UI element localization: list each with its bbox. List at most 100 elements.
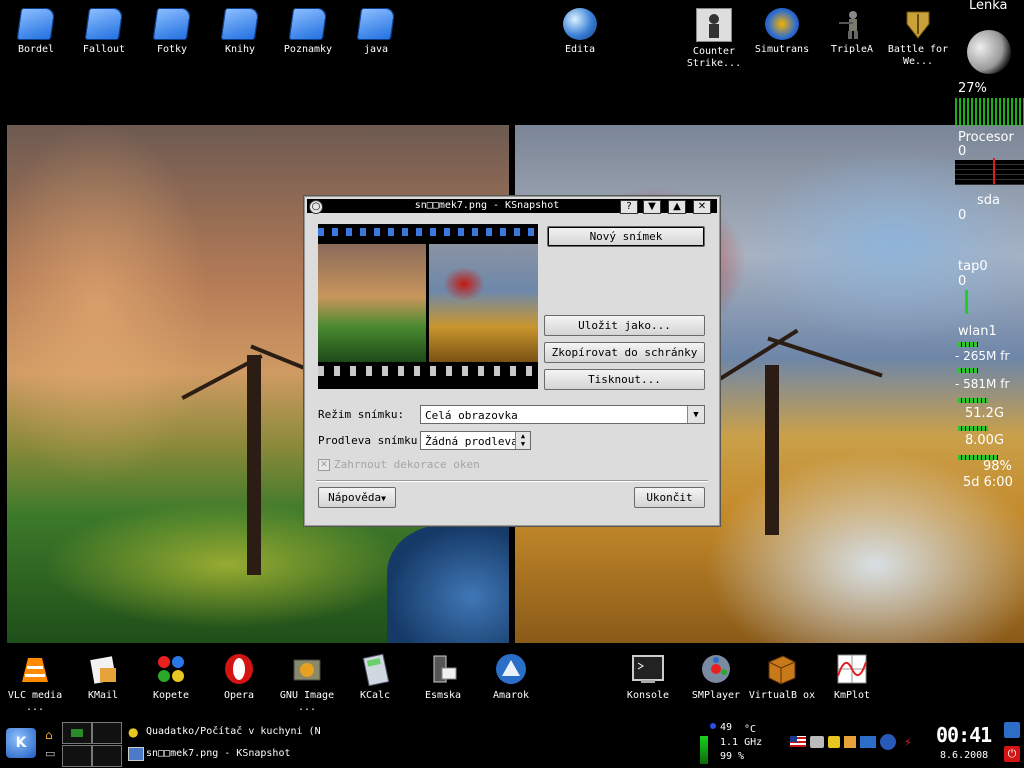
processor-marker — [993, 158, 995, 184]
dock-icon-kmail[interactable]: KMail — [68, 652, 138, 702]
desktop-icon-bordel[interactable]: Bordel — [1, 8, 71, 56]
dock-icon-konsole[interactable]: Konsole — [613, 652, 683, 702]
task-button-quadatko[interactable]: ● Quadatko/Počítač v kuchyni (N — [126, 724, 326, 742]
kcalc-icon — [358, 652, 392, 687]
dock-icon-esmska[interactable]: Esmska — [408, 652, 478, 702]
tray-icon-klipper[interactable] — [844, 736, 856, 748]
desktop-icon-simutrans[interactable]: Simutrans — [747, 8, 817, 56]
home-icon[interactable]: ⌂ — [45, 728, 59, 742]
new-snapshot-button[interactable]: Nový snímek — [547, 226, 705, 247]
desktop-icon[interactable]: ▭ — [45, 747, 59, 760]
desktop-icon-fallout[interactable]: Fallout — [69, 8, 139, 56]
window-menu-button[interactable]: ○ — [309, 200, 323, 214]
lock-icon[interactable] — [1004, 722, 1020, 738]
temp-indicator-icon — [710, 723, 716, 729]
desktop-icon-label: Bordel — [17, 44, 55, 55]
desktop-icon-poznamky[interactable]: Poznamky — [273, 8, 343, 56]
folder-icon — [220, 8, 260, 40]
tree-branch — [767, 336, 883, 378]
dock-icon-amarok[interactable]: Amarok — [476, 652, 546, 702]
desktop-icon-fotky[interactable]: Fotky — [137, 8, 207, 56]
desktop-icon-label: Edita — [564, 44, 596, 55]
help-button-label: Nápověda — [328, 491, 382, 504]
dock-icon-opera[interactable]: Opera — [204, 652, 274, 702]
close-button[interactable]: ✕ — [693, 200, 711, 214]
mode-select[interactable]: Celá obrazovka ▼ — [420, 405, 705, 424]
vlc-icon — [18, 652, 52, 686]
folder-icon — [84, 8, 124, 40]
ksnapshot-window: ○ sn□□mek7.png - KSnapshot ? ▼ ▲ ✕ Nový … — [303, 195, 721, 527]
tray-icon-network[interactable] — [860, 736, 876, 748]
tray-icon-update[interactable] — [880, 734, 896, 750]
flag-us-icon[interactable] — [790, 736, 806, 747]
delay-spinbox[interactable]: Žádná prodleva ▲ ▼ — [420, 431, 531, 450]
kde-menu-button[interactable]: K — [6, 728, 36, 758]
maximize-button[interactable]: ▲ — [668, 200, 686, 214]
tray-icon-printer[interactable] — [810, 736, 824, 748]
snapshot-preview[interactable] — [318, 224, 538, 389]
preview-left — [318, 244, 426, 362]
desktop-icon-counter-strike[interactable]: Counter Strike... — [679, 8, 749, 70]
pager-desktop-4[interactable] — [92, 745, 122, 767]
task-button-ksnapshot[interactable]: sn□□mek7.png - KSnapshot — [126, 746, 326, 764]
dock-icon-label: Kopete — [152, 690, 190, 701]
tray-icon-kgpg[interactable] — [828, 736, 840, 748]
spin-arrows-icon: ▲ ▼ — [515, 432, 530, 449]
tray-icon-power[interactable]: ⚡ — [904, 736, 924, 749]
preview-right — [429, 244, 538, 362]
pager-desktop-1[interactable] — [62, 722, 92, 744]
pager-desktop-3[interactable] — [62, 745, 92, 767]
desktop-icon-label: Counter Strike... — [686, 46, 742, 69]
dock-icon-label: VLC media ... — [7, 690, 63, 713]
user-name: Lenka — [969, 0, 1008, 13]
dock-icon-kopete[interactable]: Kopete — [136, 652, 206, 702]
tree-trunk — [247, 355, 261, 575]
dock-icon-virtualbox[interactable]: VirtualB ox — [747, 652, 817, 702]
kmplot-icon — [835, 652, 869, 686]
dock-icon-kcalc[interactable]: KCalc — [340, 652, 410, 702]
dock-icon-label: Amarok — [492, 690, 530, 701]
clock-time[interactable]: 00:41 — [936, 723, 992, 747]
disk-value: 0 — [958, 208, 967, 223]
desktop-icon-java[interactable]: java — [341, 8, 411, 56]
pager-desktop-2[interactable] — [92, 722, 122, 744]
dock-icon-gimp[interactable]: GNU Image ... — [272, 652, 342, 714]
temperature-unit: °C — [744, 724, 757, 735]
desktop-icon-wesnoth[interactable]: Battle for We... — [883, 8, 953, 68]
minimize-button[interactable]: ▼ — [643, 200, 661, 214]
folder-icon — [288, 8, 328, 40]
wlan-down: - 265M fr — [955, 349, 1010, 363]
desktop-icon-label: Fotky — [156, 44, 188, 55]
dock-icon-label: KCalc — [359, 690, 391, 701]
save-as-button[interactable]: Uložit jako... — [544, 315, 705, 336]
copy-clipboard-button[interactable]: Zkopírovat do schránky — [544, 342, 705, 363]
smplayer-icon — [699, 652, 733, 686]
help-button[interactable]: Nápověda▼ — [318, 487, 396, 508]
print-button[interactable]: Tisknout... — [544, 369, 705, 390]
desktop-icon-knihy[interactable]: Knihy — [205, 8, 275, 56]
logout-icon[interactable]: ⏻ — [1004, 746, 1020, 762]
globe-icon — [563, 8, 597, 40]
cpu-graph — [955, 98, 1024, 126]
moon-icon — [967, 30, 1011, 74]
desktop-icon-label: java — [363, 44, 389, 55]
quit-button[interactable]: Ukončit — [634, 487, 705, 508]
disk2-bar — [958, 426, 988, 431]
uptime-value: 5d 6:00 — [963, 475, 1013, 490]
folder-icon — [152, 8, 192, 40]
help-title-button[interactable]: ? — [620, 200, 638, 214]
kmail-icon — [86, 652, 120, 686]
kopete-icon — [154, 652, 188, 686]
desktop-icon-triplea[interactable]: TripleA — [817, 8, 887, 56]
wlan-up-bar — [958, 368, 978, 373]
dock-icon-label: Opera — [223, 690, 255, 701]
decorations-checkbox[interactable]: ✕ — [318, 459, 330, 471]
delay-value: Žádná prodleva — [425, 435, 518, 448]
desktop-icon-edita[interactable]: Edita — [545, 8, 615, 56]
dock-icon-label: KMail — [87, 690, 119, 701]
konsole-icon — [631, 652, 665, 686]
window-titlebar[interactable]: ○ sn□□mek7.png - KSnapshot ? ▼ ▲ ✕ — [307, 199, 717, 214]
dock-icon-smplayer[interactable]: SMPlayer — [681, 652, 751, 702]
dock-icon-vlc[interactable]: VLC media ... — [0, 652, 70, 714]
dock-icon-kmplot[interactable]: KmPlot — [817, 652, 887, 702]
